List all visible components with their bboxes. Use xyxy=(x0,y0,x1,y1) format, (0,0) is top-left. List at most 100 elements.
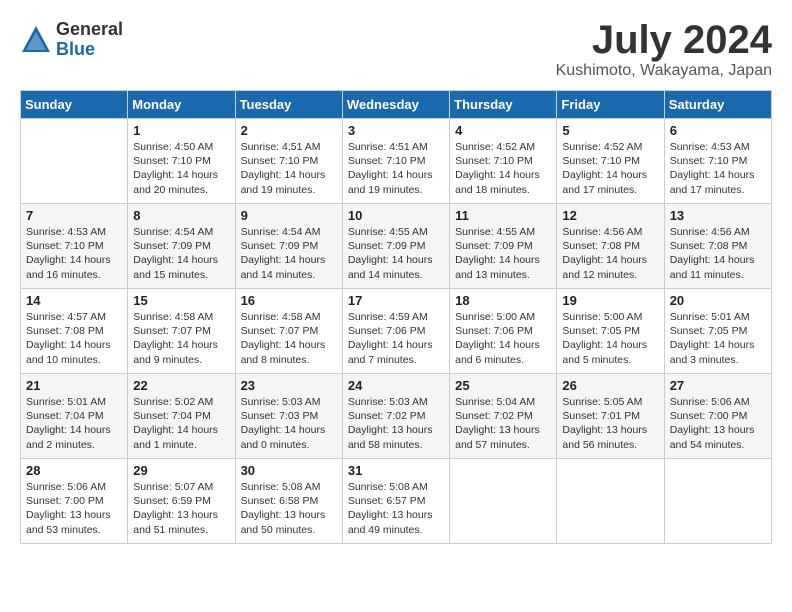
day-number: 12 xyxy=(562,208,658,223)
day-number: 8 xyxy=(133,208,229,223)
calendar-cell xyxy=(21,119,128,204)
calendar-cell: 2Sunrise: 4:51 AM Sunset: 7:10 PM Daylig… xyxy=(235,119,342,204)
day-number: 1 xyxy=(133,123,229,138)
calendar-cell xyxy=(664,459,771,544)
calendar-cell: 21Sunrise: 5:01 AM Sunset: 7:04 PM Dayli… xyxy=(21,374,128,459)
day-number: 27 xyxy=(670,378,766,393)
day-number: 19 xyxy=(562,293,658,308)
calendar-cell: 20 Sunrise: 5:01 AM Sunset: 7:05 PM Dayli… xyxy=(664,289,771,374)
day-number: 14 xyxy=(26,293,122,308)
day-info: Sunrise: 5:00 AM Sunset: 7:05 PM Dayligh… xyxy=(562,310,658,367)
day-info: Sunrise: 4:53 AM Sunset: 7:10 PM Dayligh… xyxy=(26,225,122,282)
day-number: 4 xyxy=(455,123,551,138)
calendar-cell: 31Sunrise: 5:08 AM Sunset: 6:57 PM Dayli… xyxy=(342,459,449,544)
day-number: 13 xyxy=(670,208,766,223)
calendar-body: 1 Sunrise: 4:50 AM Sunset: 7:10 PM Daylig… xyxy=(21,119,772,544)
day-number: 22 xyxy=(133,378,229,393)
day-info: Sunrise: 4:51 AM Sunset: 7:10 PM Dayligh… xyxy=(348,140,444,197)
calendar-cell: 12Sunrise: 4:56 AM Sunset: 7:08 PM Dayli… xyxy=(557,204,664,289)
day-info: Sunrise: 5:08 AM Sunset: 6:58 PM Dayligh… xyxy=(241,480,337,537)
calendar-cell: 1 Sunrise: 4:50 AM Sunset: 7:10 PM Daylig… xyxy=(128,119,235,204)
day-number: 20 xyxy=(670,293,766,308)
day-info: Sunrise: 4:59 AM Sunset: 7:06 PM Dayligh… xyxy=(348,310,444,367)
day-number: 16 xyxy=(241,293,337,308)
calendar-cell: 6 Sunrise: 4:53 AM Sunset: 7:10 PM Daylig… xyxy=(664,119,771,204)
day-info: Sunrise: 4:55 AM Sunset: 7:09 PM Dayligh… xyxy=(455,225,551,282)
day-number: 3 xyxy=(348,123,444,138)
calendar-cell: 9Sunrise: 4:54 AM Sunset: 7:09 PM Daylig… xyxy=(235,204,342,289)
calendar-cell: 10Sunrise: 4:55 AM Sunset: 7:09 PM Dayli… xyxy=(342,204,449,289)
logo-blue-text: Blue xyxy=(56,40,123,60)
day-info: Sunrise: 5:03 AM Sunset: 7:02 PM Dayligh… xyxy=(348,395,444,452)
calendar-cell: 4Sunrise: 4:52 AM Sunset: 7:10 PM Daylig… xyxy=(450,119,557,204)
calendar-cell: 13Sunrise: 4:56 AM Sunset: 7:08 PM Dayli… xyxy=(664,204,771,289)
logo-icon xyxy=(20,24,52,56)
calendar-cell: 24 Sunrise: 5:03 AM Sunset: 7:02 PM Dayli… xyxy=(342,374,449,459)
calendar-cell: 7 Sunrise: 4:53 AM Sunset: 7:10 PM Daylig… xyxy=(21,204,128,289)
day-number: 15 xyxy=(133,293,229,308)
month-title: July 2024 xyxy=(556,20,772,60)
day-number: 25 xyxy=(455,378,551,393)
calendar-cell: 18Sunrise: 5:00 AM Sunset: 7:06 PM Dayli… xyxy=(450,289,557,374)
day-info: Sunrise: 5:06 AM Sunset: 7:00 PM Dayligh… xyxy=(670,395,766,452)
day-number: 28 xyxy=(26,463,122,478)
day-number: 6 xyxy=(670,123,766,138)
day-info: Sunrise: 5:02 AM Sunset: 7:04 PM Dayligh… xyxy=(133,395,229,452)
day-info: Sunrise: 5:06 AM Sunset: 7:00 PM Dayligh… xyxy=(26,480,122,537)
day-info: Sunrise: 5:04 AM Sunset: 7:02 PM Dayligh… xyxy=(455,395,551,452)
header-day-wednesday: Wednesday xyxy=(342,91,449,119)
calendar-cell: 5 Sunrise: 4:52 AM Sunset: 7:10 PM Daylig… xyxy=(557,119,664,204)
day-info: Sunrise: 4:52 AM Sunset: 7:10 PM Dayligh… xyxy=(562,140,658,197)
header-day-thursday: Thursday xyxy=(450,91,557,119)
day-info: Sunrise: 4:50 AM Sunset: 7:10 PM Dayligh… xyxy=(133,140,229,197)
day-info: Sunrise: 4:51 AM Sunset: 7:10 PM Dayligh… xyxy=(241,140,337,197)
logo-general-text: General xyxy=(56,20,123,40)
header-day-saturday: Saturday xyxy=(664,91,771,119)
day-info: Sunrise: 5:03 AM Sunset: 7:03 PM Dayligh… xyxy=(241,395,337,452)
day-number: 30 xyxy=(241,463,337,478)
calendar-cell: 19 Sunrise: 5:00 AM Sunset: 7:05 PM Dayli… xyxy=(557,289,664,374)
day-number: 29 xyxy=(133,463,229,478)
day-number: 26 xyxy=(562,378,658,393)
day-info: Sunrise: 4:58 AM Sunset: 7:07 PM Dayligh… xyxy=(241,310,337,367)
day-number: 10 xyxy=(348,208,444,223)
calendar-cell: 15 Sunrise: 4:58 AM Sunset: 7:07 PM Dayli… xyxy=(128,289,235,374)
week-row-1: 1 Sunrise: 4:50 AM Sunset: 7:10 PM Daylig… xyxy=(21,119,772,204)
day-info: Sunrise: 5:01 AM Sunset: 7:04 PM Dayligh… xyxy=(26,395,122,452)
logo-text: General Blue xyxy=(56,20,123,60)
day-info: Sunrise: 4:57 AM Sunset: 7:08 PM Dayligh… xyxy=(26,310,122,367)
calendar-cell: 22 Sunrise: 5:02 AM Sunset: 7:04 PM Dayli… xyxy=(128,374,235,459)
calendar-cell: 28 Sunrise: 5:06 AM Sunset: 7:00 PM Dayli… xyxy=(21,459,128,544)
day-number: 7 xyxy=(26,208,122,223)
header-day-sunday: Sunday xyxy=(21,91,128,119)
calendar-cell: 26 Sunrise: 5:05 AM Sunset: 7:01 PM Dayli… xyxy=(557,374,664,459)
week-row-5: 28 Sunrise: 5:06 AM Sunset: 7:00 PM Dayli… xyxy=(21,459,772,544)
day-number: 31 xyxy=(348,463,444,478)
logo: General Blue xyxy=(20,20,123,60)
calendar-cell: 8Sunrise: 4:54 AM Sunset: 7:09 PM Daylig… xyxy=(128,204,235,289)
calendar-cell: 17 Sunrise: 4:59 AM Sunset: 7:06 PM Dayli… xyxy=(342,289,449,374)
day-info: Sunrise: 5:05 AM Sunset: 7:01 PM Dayligh… xyxy=(562,395,658,452)
calendar-table: SundayMondayTuesdayWednesdayThursdayFrid… xyxy=(20,90,772,544)
day-info: Sunrise: 5:01 AM Sunset: 7:05 PM Dayligh… xyxy=(670,310,766,367)
day-number: 9 xyxy=(241,208,337,223)
day-number: 17 xyxy=(348,293,444,308)
title-block: July 2024 Kushimoto, Wakayama, Japan xyxy=(556,20,772,80)
day-number: 24 xyxy=(348,378,444,393)
week-row-4: 21Sunrise: 5:01 AM Sunset: 7:04 PM Dayli… xyxy=(21,374,772,459)
week-row-3: 14 Sunrise: 4:57 AM Sunset: 7:08 PM Dayli… xyxy=(21,289,772,374)
calendar-cell: 16 Sunrise: 4:58 AM Sunset: 7:07 PM Dayli… xyxy=(235,289,342,374)
day-info: Sunrise: 5:07 AM Sunset: 6:59 PM Dayligh… xyxy=(133,480,229,537)
day-info: Sunrise: 4:58 AM Sunset: 7:07 PM Dayligh… xyxy=(133,310,229,367)
calendar-cell xyxy=(450,459,557,544)
calendar-cell: 27 Sunrise: 5:06 AM Sunset: 7:00 PM Dayli… xyxy=(664,374,771,459)
calendar-header: SundayMondayTuesdayWednesdayThursdayFrid… xyxy=(21,91,772,119)
day-number: 18 xyxy=(455,293,551,308)
calendar-cell: 3 Sunrise: 4:51 AM Sunset: 7:10 PM Daylig… xyxy=(342,119,449,204)
calendar-cell: 29 Sunrise: 5:07 AM Sunset: 6:59 PM Dayli… xyxy=(128,459,235,544)
header-row: SundayMondayTuesdayWednesdayThursdayFrid… xyxy=(21,91,772,119)
day-info: Sunrise: 4:53 AM Sunset: 7:10 PM Dayligh… xyxy=(670,140,766,197)
day-number: 5 xyxy=(562,123,658,138)
calendar-cell: 14 Sunrise: 4:57 AM Sunset: 7:08 PM Dayli… xyxy=(21,289,128,374)
day-number: 11 xyxy=(455,208,551,223)
